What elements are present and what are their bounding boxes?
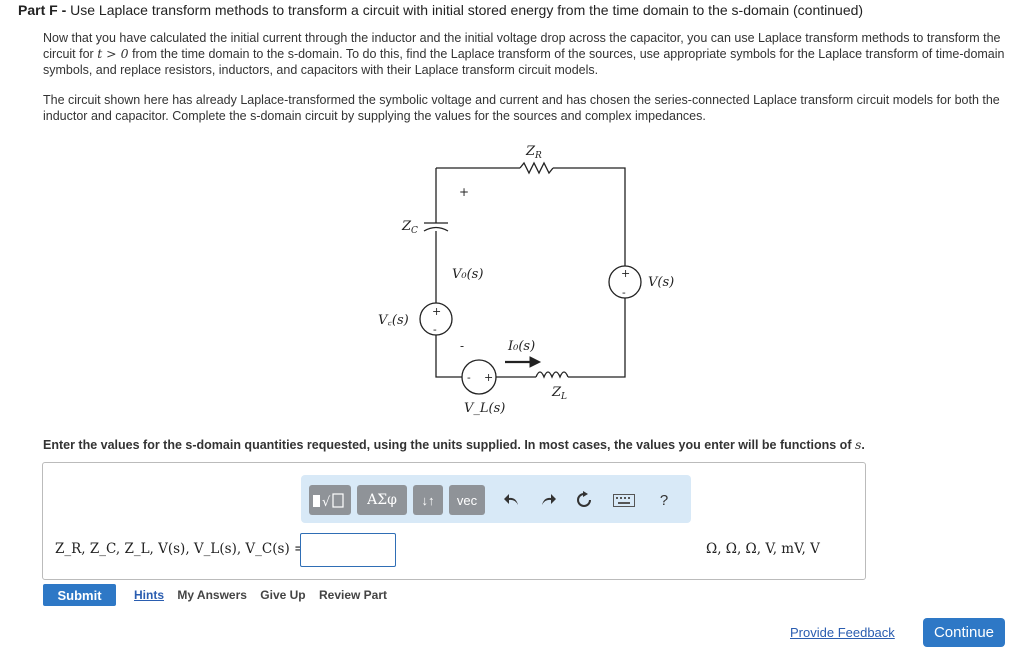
answer-instructions: Enter the values for the s-domain quanti… [43,437,865,452]
answer-box: √ ΑΣφ ↓↑ vec ? Z_R, Z_C, Z_L, V(s), V_L(… [42,462,866,580]
templates-icon[interactable]: √ [309,485,351,515]
vs-label: V(s) [648,275,674,290]
inductor-zl [535,371,569,379]
greek-symbols-button[interactable]: ΑΣφ [357,485,407,515]
answer-label: Z_R, Z_C, Z_L, V(s), V_L(s), V_C(s) = [55,541,306,557]
resistor-zr [519,161,554,175]
vl-plus: + [484,371,493,384]
answer-input[interactable] [300,533,396,567]
current-arrow [505,356,542,368]
help-button[interactable]: ? [653,485,675,515]
vl-minus: - [467,371,471,384]
vc-minus: - [433,323,437,336]
subscript-superscript-button[interactable]: ↓↑ [413,485,443,515]
vl-label: V_L(s) [464,401,505,416]
i0-label: I₀(s) [507,339,535,354]
intro-math: t > 0 [97,46,129,61]
wire-bottom-left [435,335,462,378]
redo-icon[interactable] [537,485,559,515]
vs-plus: + [621,267,630,280]
part-label: Part F [18,2,58,18]
part-separator: - [57,2,71,18]
intro-text-b: from the time domain to the s-domain. To… [43,47,1005,77]
circuit-diagram: ZR ZC ZL V₀(s) V(s) V꜀(s) I₀(s) V_L(s) +… [360,138,690,420]
part-heading: Use Laplace transform methods to transfo… [70,2,864,18]
my-answers-link[interactable]: My Answers [177,588,247,602]
v0-minus: - [460,339,464,353]
continue-button[interactable]: Continue [923,618,1005,647]
hints-link[interactable]: Hints [134,588,164,602]
capacitor-plate-bottom [423,226,449,232]
v0-label: V₀(s) [452,267,483,282]
reset-icon[interactable] [573,485,595,515]
wire-top-right [553,167,626,266]
provide-feedback-link[interactable]: Provide Feedback [790,625,895,640]
v0-plus: + [459,185,469,199]
give-up-link[interactable]: Give Up [260,588,305,602]
instructions-end: . [861,438,865,452]
zl-label: ZL [551,385,567,402]
math-toolbar: √ ΑΣφ ↓↑ vec ? [301,475,691,523]
intro-paragraph-2: The circuit shown here has already Lapla… [43,93,1000,123]
part-title: Part F - Use Laplace transform methods t… [18,2,863,18]
intro-paragraph-1: Now that you have calculated the initial… [43,30,1008,78]
wire-right-lower [568,298,626,378]
answer-units: Ω, Ω, Ω, V, mV, V [706,541,820,557]
keyboard-icon[interactable] [611,485,637,515]
vc-label: V꜀(s) [378,313,409,328]
vs-minus: - [622,286,626,299]
submit-button[interactable]: Submit [43,584,116,606]
instructions-text: Enter the values for the s-domain quanti… [43,438,855,452]
review-part-link[interactable]: Review Part [319,588,387,602]
zr-label: ZR [525,144,542,161]
svg-text:√: √ [322,495,331,510]
zc-label: ZC [401,219,418,236]
undo-icon[interactable] [501,485,523,515]
action-links: Hints My Answers Give Up Review Part [134,588,397,602]
vector-button[interactable]: vec [449,485,485,515]
vc-plus: + [432,305,441,318]
